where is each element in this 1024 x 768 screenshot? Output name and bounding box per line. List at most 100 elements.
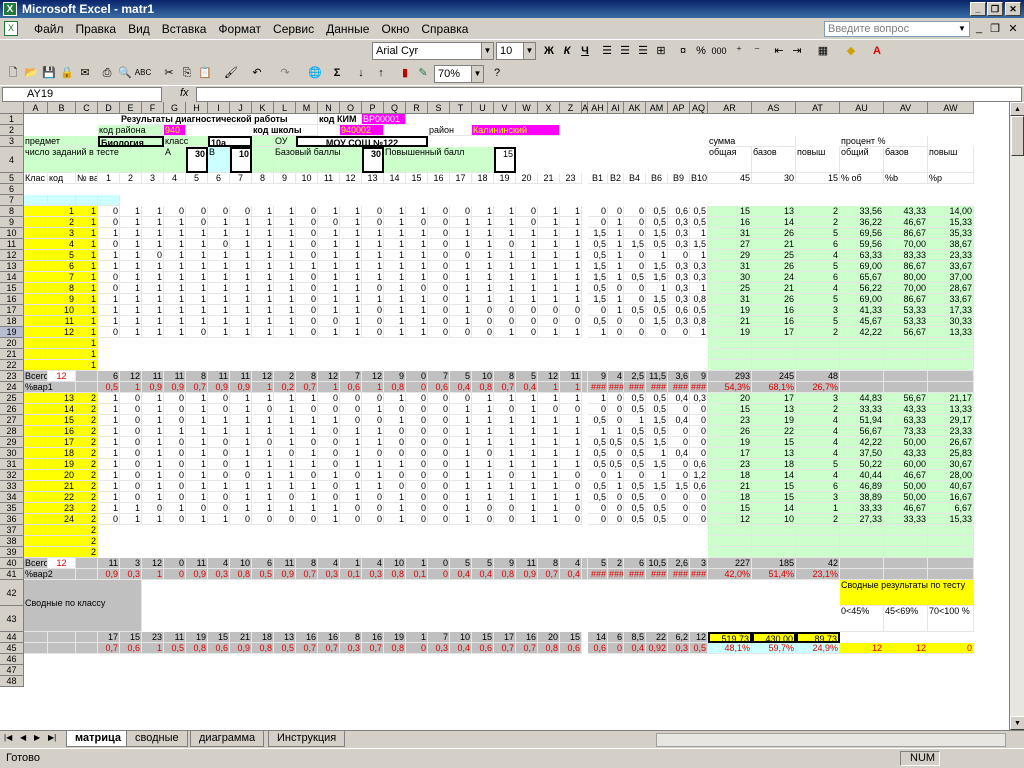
row-header-33[interactable]: 33 <box>0 481 24 492</box>
column-header-W[interactable]: W <box>516 102 538 114</box>
column-header-AK[interactable]: AK <box>624 102 646 114</box>
chart-wizard-icon[interactable]: ▮ <box>396 64 414 82</box>
row-header-7[interactable]: 7 <box>0 195 24 206</box>
row-header-48[interactable]: 48 <box>0 676 24 687</box>
row-header-44[interactable]: 44 <box>0 632 24 643</box>
last-sheet-icon[interactable]: ▶| <box>48 733 56 742</box>
worksheet-grid[interactable]: A B C D E F G H I J K L M N O P Q R S T U V W X Z A AH AI AK AM AP AQ AR… <box>0 102 1009 730</box>
decrease-indent-icon[interactable]: ⇤ <box>770 42 788 60</box>
column-header-AH[interactable]: AH <box>588 102 608 114</box>
sort-ascending-icon[interactable]: ↓ <box>352 64 370 82</box>
column-header-V[interactable]: V <box>494 102 516 114</box>
column-header-X[interactable]: X <box>538 102 560 114</box>
sheet-tab-3[interactable]: Инструкция <box>268 731 346 747</box>
font-name-select[interactable]: Arial Cyr ▼ <box>372 42 494 60</box>
permission-icon[interactable]: 🔒 <box>58 64 76 82</box>
drawing-icon[interactable]: ✎ <box>414 64 432 82</box>
column-header-S[interactable]: S <box>428 102 450 114</box>
row-header-20[interactable]: 20 <box>0 338 24 349</box>
row-header-26[interactable]: 26 <box>0 404 24 415</box>
align-center-icon[interactable]: ☰ <box>616 42 634 60</box>
row-header-37[interactable]: 37 <box>0 525 24 536</box>
row-header-46[interactable]: 46 <box>0 654 24 665</box>
row-header-42[interactable]: 42 <box>0 580 24 606</box>
merge-cells-icon[interactable]: ⊞ <box>652 42 670 60</box>
scroll-up-icon[interactable]: ▲ <box>1010 102 1024 116</box>
next-sheet-icon[interactable]: ▶ <box>34 733 40 742</box>
select-all-corner[interactable] <box>0 102 24 114</box>
sheet-tab-1[interactable]: сводные <box>126 731 188 747</box>
row-header-13[interactable]: 13 <box>0 261 24 272</box>
font-size-select[interactable]: 10 ▼ <box>496 42 536 60</box>
row-header-1[interactable]: 1 <box>0 114 24 125</box>
thousands-button[interactable]: 000 <box>710 42 728 60</box>
format-painter-icon[interactable]: 🖌 <box>222 64 240 82</box>
autosum-icon[interactable]: Σ <box>328 64 346 82</box>
column-header-F[interactable]: F <box>142 102 164 114</box>
excel-icon[interactable]: X <box>3 2 17 16</box>
row-header-25[interactable]: 25 <box>0 393 24 404</box>
scroll-thumb[interactable] <box>1011 116 1024 156</box>
column-header-P[interactable]: P <box>362 102 384 114</box>
row-header-35[interactable]: 35 <box>0 503 24 514</box>
font-color-icon[interactable]: A <box>868 42 886 60</box>
row-header-38[interactable]: 38 <box>0 536 24 547</box>
save-icon[interactable]: 💾 <box>40 64 58 82</box>
borders-icon[interactable]: ▦ <box>814 42 832 60</box>
row-header-47[interactable]: 47 <box>0 665 24 676</box>
print-preview-icon[interactable]: 🔍 <box>116 64 134 82</box>
row-header-27[interactable]: 27 <box>0 415 24 426</box>
spelling-icon[interactable]: ABC <box>134 64 152 82</box>
column-header-L[interactable]: L <box>274 102 296 114</box>
row-header-19[interactable]: 19 <box>0 327 24 338</box>
column-header-M[interactable]: M <box>296 102 318 114</box>
row-header-12[interactable]: 12 <box>0 250 24 261</box>
row-header-14[interactable]: 14 <box>0 272 24 283</box>
decrease-decimal-icon[interactable]: ⁻ <box>748 42 766 60</box>
column-header-B[interactable]: B <box>48 102 76 114</box>
print-icon[interactable]: ⎙ <box>98 64 116 82</box>
column-header-C[interactable]: C <box>76 102 98 114</box>
row-header-21[interactable]: 21 <box>0 349 24 360</box>
vertical-scrollbar[interactable]: ▲ ▼ <box>1009 102 1024 730</box>
row-header-30[interactable]: 30 <box>0 448 24 459</box>
row-header-10[interactable]: 10 <box>0 228 24 239</box>
row-header-24[interactable]: 24 <box>0 382 24 393</box>
redo-icon[interactable]: ↷ <box>276 64 294 82</box>
paste-icon[interactable]: 📋 <box>196 64 214 82</box>
row-header-15[interactable]: 15 <box>0 283 24 294</box>
scroll-down-icon[interactable]: ▼ <box>1010 716 1024 730</box>
column-header-R[interactable]: R <box>406 102 428 114</box>
doc-close-icon[interactable]: ✕ <box>1006 22 1020 35</box>
help-icon[interactable]: ? <box>488 64 506 82</box>
underline-button[interactable]: Ч <box>576 42 594 60</box>
cut-icon[interactable]: ✂ <box>160 64 178 82</box>
column-header-AR[interactable]: AR <box>708 102 752 114</box>
column-header-U[interactable]: U <box>472 102 494 114</box>
column-header-AW[interactable]: AW <box>928 102 974 114</box>
name-box[interactable]: AY19 <box>2 87 162 102</box>
row-header-18[interactable]: 18 <box>0 316 24 327</box>
doc-restore-icon[interactable]: ❐ <box>988 22 1002 35</box>
row-header-28[interactable]: 28 <box>0 426 24 437</box>
row-header-43[interactable]: 43 <box>0 606 24 632</box>
menu-3[interactable]: Вставка <box>156 22 213 36</box>
sort-descending-icon[interactable]: ↑ <box>372 64 390 82</box>
bold-button[interactable]: Ж <box>540 42 558 60</box>
row-header-2[interactable]: 2 <box>0 125 24 136</box>
column-header-AI[interactable]: AI <box>608 102 624 114</box>
workbook-icon[interactable]: X <box>4 21 18 36</box>
help-dropdown-icon[interactable]: ▼ <box>956 22 968 36</box>
column-header-A[interactable]: A <box>24 102 48 114</box>
column-header-N[interactable]: N <box>318 102 340 114</box>
open-folder-icon[interactable]: 📂 <box>22 64 40 82</box>
row-header-41[interactable]: 41 <box>0 569 24 580</box>
column-header-D[interactable]: D <box>98 102 120 114</box>
horizontal-scrollbar[interactable] <box>656 733 1006 747</box>
row-header-31[interactable]: 31 <box>0 459 24 470</box>
column-header-O[interactable]: O <box>340 102 362 114</box>
column-header-Z[interactable]: Z <box>560 102 582 114</box>
row-header-32[interactable]: 32 <box>0 470 24 481</box>
insert-function-icon[interactable]: fx <box>180 87 189 99</box>
restore-button[interactable]: ❐ <box>987 2 1003 16</box>
